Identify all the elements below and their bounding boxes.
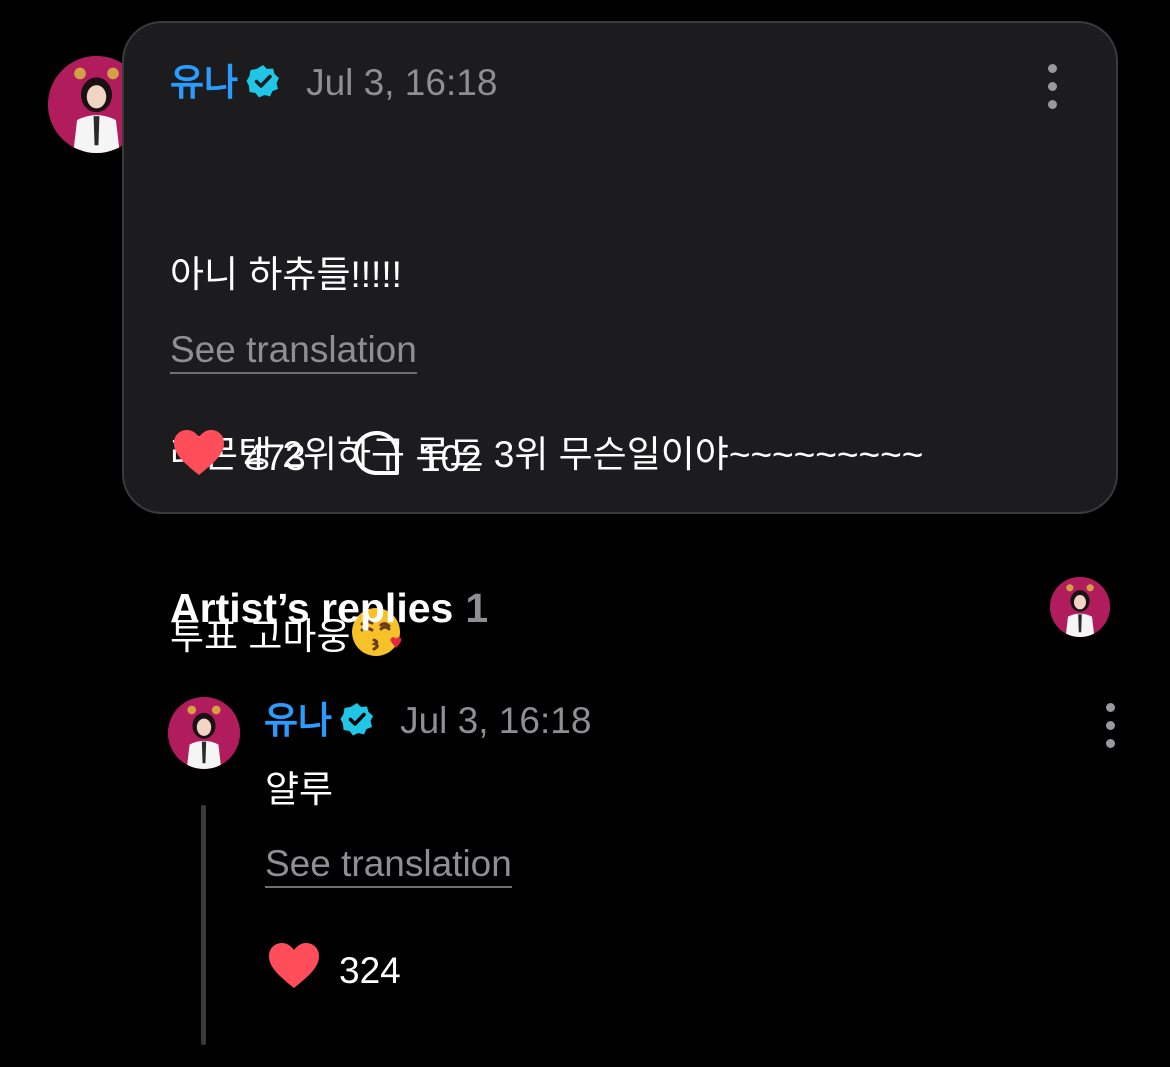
post-author-row: 유나 Jul 3, 16:18	[170, 61, 497, 105]
artist-replies-avatar[interactable]	[1050, 577, 1110, 637]
see-translation-link[interactable]: See translation	[170, 328, 417, 374]
reply-like-count: 324	[339, 949, 401, 991]
verified-badge-icon	[246, 64, 280, 103]
reply-body: 얄루	[265, 769, 334, 810]
more-vertical-icon[interactable]	[1104, 703, 1116, 748]
comment-button[interactable]: 102	[352, 429, 482, 488]
more-vertical-icon[interactable]	[1046, 64, 1058, 109]
like-button[interactable]: 473	[172, 429, 306, 486]
artist-replies-count: 1	[465, 585, 489, 631]
reply-author-avatar[interactable]	[168, 697, 240, 769]
verified-badge-icon	[340, 702, 374, 741]
like-count: 473	[244, 436, 306, 478]
artist-replies-title: Artist’s replies	[170, 585, 454, 631]
heart-icon	[267, 942, 321, 999]
post-timestamp: Jul 3, 16:18	[306, 62, 498, 103]
comment-bubble-icon	[352, 429, 402, 488]
reply-like-button[interactable]: 324	[267, 942, 401, 999]
reply-thread-line	[201, 805, 206, 1045]
post-body-line: 아니 하츄들!!!!!	[170, 254, 402, 295]
reply-author-name[interactable]: 유나	[264, 699, 332, 743]
reply-author-row: 유나 Jul 3, 16:18	[264, 699, 591, 743]
post-card[interactable]: 유나 Jul 3, 16:18 아니 하츄들!!!!! 레몬탱 2위하구 루드 …	[122, 21, 1118, 657]
see-translation-link[interactable]: See translation	[265, 842, 512, 888]
comment-count: 102	[420, 437, 482, 479]
artist-replies-header: Artist’s replies 1	[170, 583, 488, 633]
heart-icon	[172, 429, 226, 486]
post-author-name[interactable]: 유나	[170, 61, 238, 105]
reply-timestamp: Jul 3, 16:18	[400, 700, 592, 741]
